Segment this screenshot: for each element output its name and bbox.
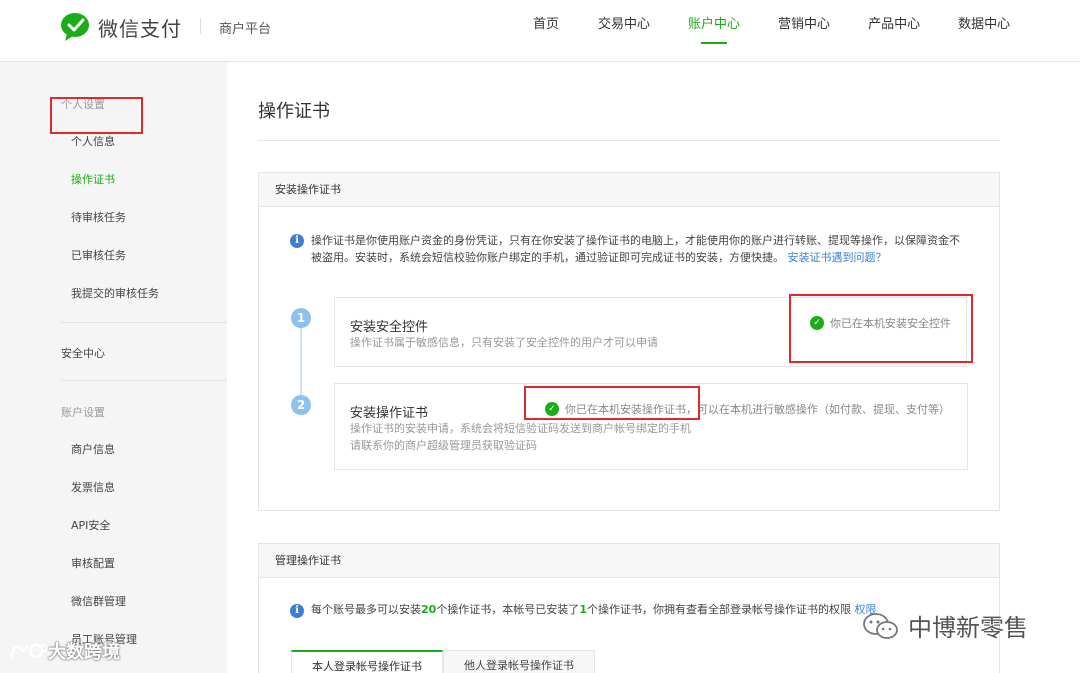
red-highlight-box (524, 386, 700, 420)
step-1-title: 安装安全控件 (350, 320, 429, 335)
installed-certificate-count: 1 (579, 603, 587, 616)
watermark-logo-icon (9, 643, 48, 659)
watermark-right-text: 中博新零售 (908, 614, 1028, 642)
red-highlight-box (50, 97, 143, 134)
sidebar-item-operation-certificate[interactable]: 操作证书 (71, 171, 115, 187)
install-note-line1: 操作证书是你使用账户资金的身份凭证，只有在你安装了操作证书的电脑上，才能使用你的… (311, 234, 960, 247)
brand-name: 微信支付 (98, 16, 182, 41)
wechat-logo-icon (61, 13, 89, 41)
title-divider (258, 140, 1000, 141)
sidebar-item-pending-review[interactable]: 待审核任务 (71, 209, 126, 225)
nav-trade-center[interactable]: 交易中心 (598, 0, 650, 62)
install-note-line2: 被盗用。安装时，系统会短信校验你账户绑定的手机，通过验证即可完成证书的安装，方便… (311, 251, 784, 264)
sidebar-item-wechat-group[interactable]: 微信群管理 (71, 593, 126, 609)
step-2-desc: 操作证书的安装申请，系统会将短信验证码发送到商户帐号绑定的手机 请联系你的商户超… (350, 420, 691, 454)
max-certificate-count: 20 (421, 603, 437, 616)
info-icon: i (290, 604, 304, 618)
watermark-right: 中博新零售 (862, 608, 1028, 643)
manage-note-text: 个操作证书，你拥有查看全部登录帐号操作证书的权限 (586, 603, 851, 616)
step-2-title: 安装操作证书 (350, 406, 429, 421)
top-nav: 首页 交易中心 账户中心 营销中心 产品中心 数据中心 (520, 0, 1010, 62)
nav-marketing-center[interactable]: 营销中心 (778, 0, 830, 62)
install-help-link[interactable]: 安装证书遇到问题？ (788, 251, 887, 264)
sidebar-item-my-submitted[interactable]: 我提交的审核任务 (71, 285, 159, 301)
sidebar-item-personal-info[interactable]: 个人信息 (71, 133, 115, 149)
wechat-watermark-icon (863, 612, 898, 639)
sidebar-item-reviewed[interactable]: 已审核任务 (71, 247, 126, 263)
sidebar-item-api-security[interactable]: API安全 (71, 517, 110, 533)
sidebar-item-merchant-info[interactable]: 商户信息 (71, 441, 115, 457)
header-divider (200, 18, 201, 34)
sidebar-item-security-center[interactable]: 安全中心 (61, 345, 105, 361)
top-header: 微信支付 商户平台 首页 交易中心 账户中心 营销中心 产品中心 数据中心 (0, 0, 1080, 62)
tab-own-certificates[interactable]: 本人登录帐号操作证书 (291, 650, 443, 673)
step-2-desc-line1: 操作证书的安装申请，系统会将短信验证码发送到商户帐号绑定的手机 (350, 422, 691, 435)
manage-note-text: 每个账号最多可以安装 (311, 603, 421, 616)
step-connector (300, 326, 302, 398)
step-2-badge: 2 (291, 395, 311, 415)
sidebar-divider (61, 380, 227, 381)
manage-note-text: 个操作证书，本帐号已安装了 (436, 603, 580, 616)
nav-data-center[interactable]: 数据中心 (958, 0, 1010, 62)
manage-panel-title: 管理操作证书 (259, 544, 999, 578)
wechat-pay-logo[interactable]: 微信支付 (60, 12, 182, 42)
page-title: 操作证书 (258, 101, 330, 122)
nav-account-center[interactable]: 账户中心 (688, 0, 740, 62)
tab-others-certificates[interactable]: 他人登录帐号操作证书 (443, 650, 595, 673)
step-2-desc-line2: 请联系你的商户超级管理员获取验证码 (350, 439, 537, 452)
certificate-tabs: 本人登录帐号操作证书 他人登录帐号操作证书 (291, 650, 595, 673)
nav-product-center[interactable]: 产品中心 (868, 0, 920, 62)
red-highlight-box (789, 294, 973, 363)
install-note: 操作证书是你使用账户资金的身份凭证，只有在你安装了操作证书的电脑上，才能使用你的… (311, 232, 991, 266)
sidebar-item-invoice-info[interactable]: 发票信息 (71, 479, 115, 495)
step-1-badge: 1 (291, 308, 311, 328)
watermark-left-text: 大数跨境 (48, 642, 120, 663)
info-icon: i (290, 234, 304, 248)
watermark-left: 大数跨境 (8, 638, 120, 664)
install-panel-title: 安装操作证书 (259, 173, 999, 207)
sidebar-item-review-config[interactable]: 审核配置 (71, 555, 115, 571)
manage-note: 每个账号最多可以安装20个操作证书，本帐号已安装了1个操作证书，你拥有查看全部登… (311, 601, 876, 618)
sidebar-divider (61, 322, 227, 323)
step-1-desc: 操作证书属于敏感信息，只有安装了安全控件的用户才可以申请 (350, 336, 658, 349)
platform-name: 商户平台 (219, 22, 272, 37)
sidebar-group-account: 账户设置 (61, 406, 105, 419)
nav-home[interactable]: 首页 (533, 0, 559, 62)
sidebar (0, 62, 227, 673)
